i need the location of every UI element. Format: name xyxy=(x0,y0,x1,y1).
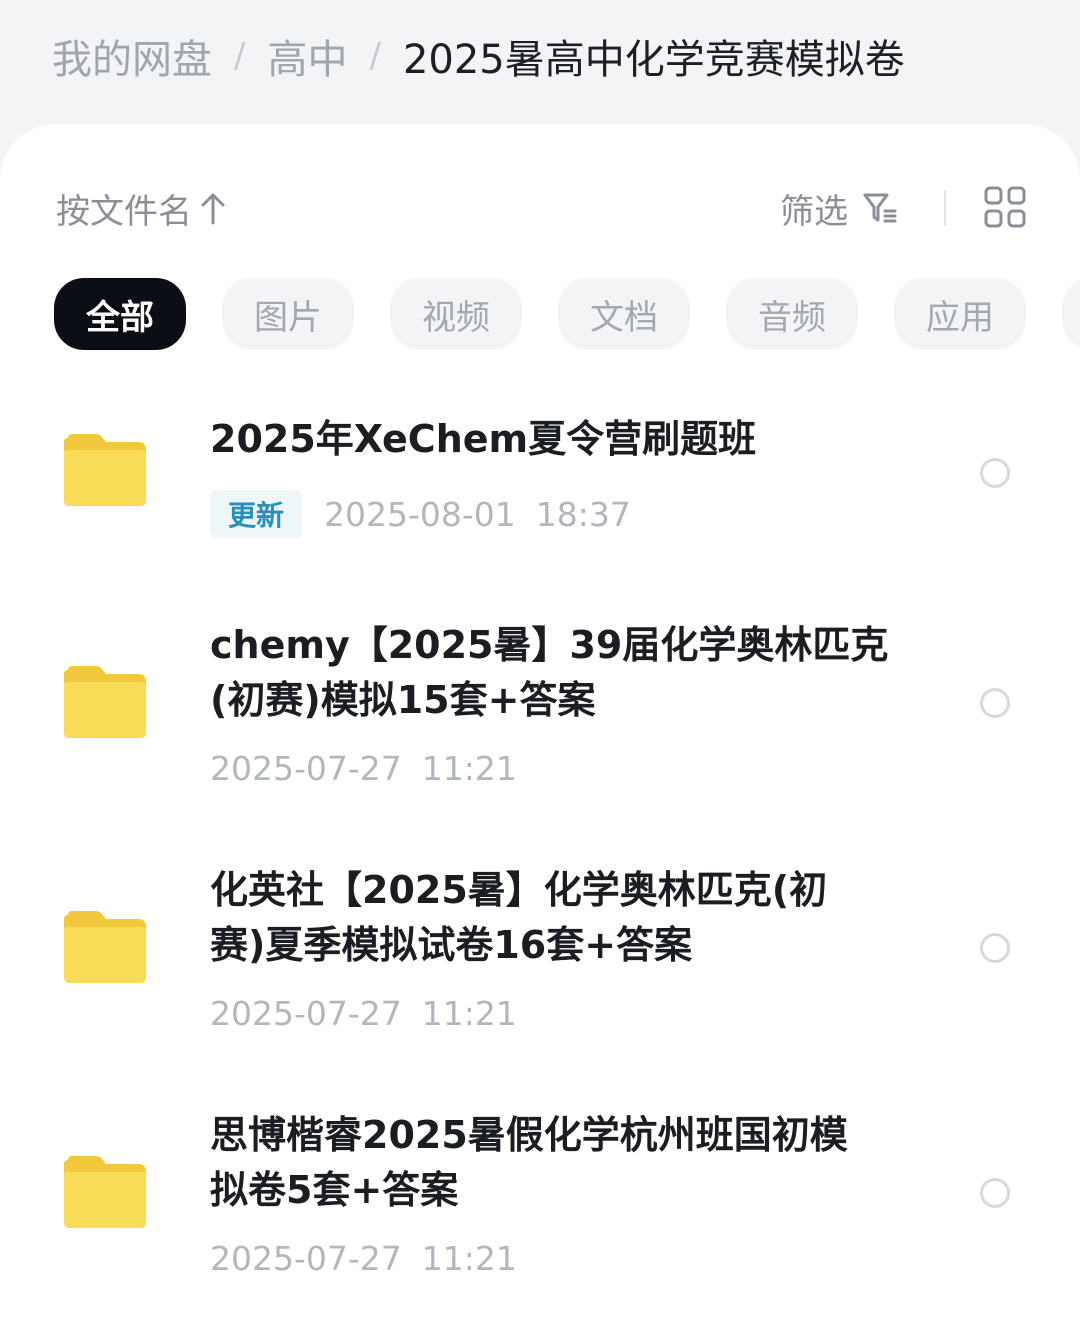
tab-all[interactable]: 全部 xyxy=(54,278,186,350)
tab-videos[interactable]: 视频 xyxy=(390,278,522,350)
select-checkbox[interactable] xyxy=(980,688,1010,718)
file-name: 2025年XeChem夏令营刷题班 xyxy=(210,417,757,461)
tab-apps[interactable]: 应用 xyxy=(894,278,1026,350)
grid-view-icon[interactable] xyxy=(984,186,1026,228)
breadcrumb-separator: / xyxy=(369,36,381,76)
file-meta: 2025-07-27 11:21 xyxy=(210,1234,517,1282)
tab-documents[interactable]: 文档 xyxy=(558,278,690,350)
folder-icon xyxy=(64,911,146,983)
folder-icon xyxy=(64,434,146,506)
sort-label: 按文件名 xyxy=(56,191,192,232)
folder-icon xyxy=(64,1156,146,1228)
toolbar-divider xyxy=(944,190,946,226)
category-tabs: 全部 图片 视频 文档 音频 应用 xyxy=(54,278,1080,350)
file-time: 11:21 xyxy=(421,993,517,1033)
filter-button[interactable]: 筛选 xyxy=(780,186,898,232)
breadcrumb-separator: / xyxy=(234,36,246,76)
file-name: 化英社【2025暑】化学奥林匹克(初 赛)夏季模拟试卷16套+答案 xyxy=(210,868,828,967)
select-checkbox[interactable] xyxy=(980,458,1010,488)
file-row[interactable]: chemy【2025暑】39届化学奥林匹克 (初赛)模拟15套+答案 2025-… xyxy=(0,614,1080,804)
tab-more[interactable] xyxy=(1062,278,1080,350)
select-checkbox[interactable] xyxy=(980,1178,1010,1208)
arrow-up-icon xyxy=(201,193,225,225)
file-date: 2025-08-01 xyxy=(324,494,516,534)
breadcrumb: 我的网盘 / 高中 / 2025暑高中化学竞赛模拟卷 xyxy=(52,28,905,84)
file-list-card: 按文件名 筛选 全部 图片 视频 文档 音频 应用 2025年XeChem夏令营… xyxy=(0,124,1080,1328)
folder-icon xyxy=(64,666,146,738)
breadcrumb-item-high-school[interactable]: 高中 xyxy=(267,27,347,85)
file-date: 2025-07-27 xyxy=(210,748,402,788)
file-date: 2025-07-27 xyxy=(210,1238,402,1278)
breadcrumb-item-my-drive[interactable]: 我的网盘 xyxy=(52,27,212,85)
file-time: 18:37 xyxy=(535,494,631,534)
breadcrumb-current: 2025暑高中化学竞赛模拟卷 xyxy=(402,37,905,83)
file-row[interactable]: 化英社【2025暑】化学奥林匹克(初 赛)夏季模拟试卷16套+答案 2025-0… xyxy=(0,859,1080,1049)
file-date: 2025-07-27 xyxy=(210,993,402,1033)
tab-images[interactable]: 图片 xyxy=(222,278,354,350)
file-time: 11:21 xyxy=(421,748,517,788)
file-row[interactable]: 2025年XeChem夏令营刷题班 更新 2025-08-01 18:37 xyxy=(0,404,1080,554)
file-meta: 更新 2025-08-01 18:37 xyxy=(210,490,631,538)
filter-icon xyxy=(863,193,897,223)
file-meta: 2025-07-27 11:21 xyxy=(210,744,517,792)
file-row[interactable]: 思博楷睿2025暑假化学杭州班国初模 拟卷5套+答案 2025-07-27 11… xyxy=(0,1104,1080,1294)
select-checkbox[interactable] xyxy=(980,933,1010,963)
file-name: chemy【2025暑】39届化学奥林匹克 (初赛)模拟15套+答案 xyxy=(210,623,889,722)
filter-label: 筛选 xyxy=(780,191,848,232)
file-name: 思博楷睿2025暑假化学杭州班国初模 拟卷5套+答案 xyxy=(210,1113,848,1212)
file-time: 11:21 xyxy=(421,1238,517,1278)
file-meta: 2025-07-27 11:21 xyxy=(210,989,517,1037)
sort-by-name-button[interactable]: 按文件名 xyxy=(56,186,226,232)
update-badge: 更新 xyxy=(210,490,303,538)
tab-audio[interactable]: 音频 xyxy=(726,278,858,350)
